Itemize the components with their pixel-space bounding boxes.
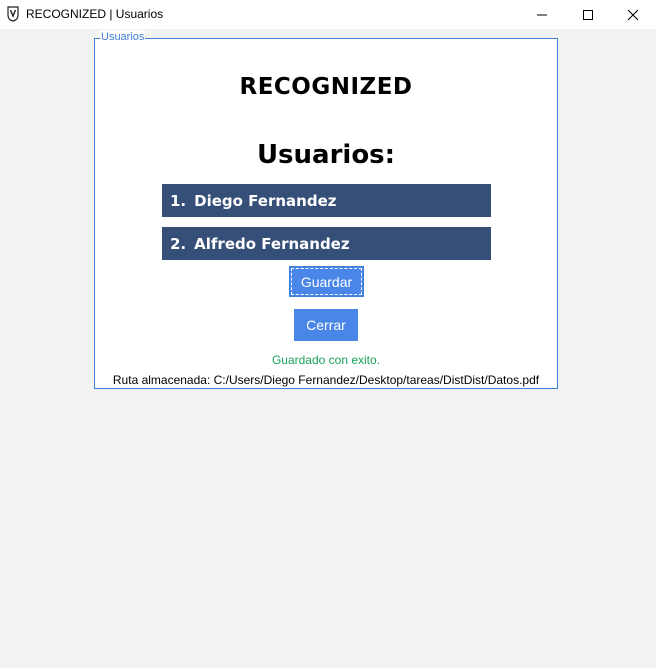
maximize-icon: [583, 9, 593, 20]
user-row-1: 1. Diego Fernandez: [162, 184, 491, 217]
minimize-icon: [537, 14, 547, 15]
user-name: Diego Fernandez: [194, 191, 337, 210]
section-title: Usuarios:: [256, 140, 396, 170]
minimize-button[interactable]: [519, 0, 565, 29]
maximize-button[interactable]: [565, 0, 611, 29]
save-button[interactable]: Guardar: [289, 266, 364, 297]
user-number: 2.: [170, 234, 187, 253]
brand-title: RECOGNIZED: [239, 74, 413, 100]
status-message: Guardado con exito.: [271, 353, 381, 367]
user-number: 1.: [170, 191, 187, 210]
groupbox-label: Usuarios: [100, 30, 146, 44]
window-title: RECOGNIZED | Usuarios: [26, 7, 164, 21]
user-name: Alfredo Fernandez: [194, 234, 350, 253]
title-bar: RECOGNIZED | Usuarios: [0, 0, 656, 29]
saved-path: Ruta almacenada: C:/Users/Diego Fernande…: [112, 373, 540, 387]
close-icon: [627, 9, 639, 20]
close-window-button[interactable]: [610, 0, 656, 29]
app-logo-icon: [7, 6, 19, 22]
user-row-2: 2. Alfredo Fernandez: [162, 227, 491, 260]
close-button[interactable]: Cerrar: [294, 309, 358, 341]
